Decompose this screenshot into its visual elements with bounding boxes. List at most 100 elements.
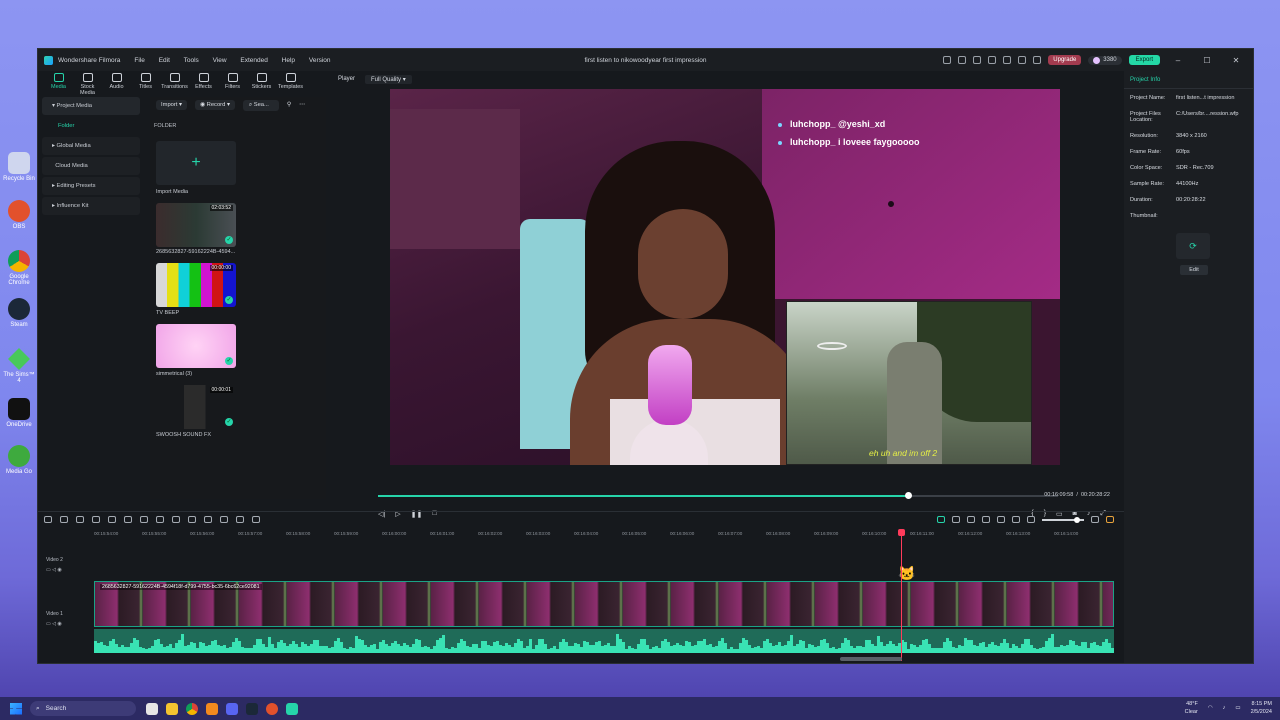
desktop-icon-steam[interactable]: Steam: [2, 298, 36, 328]
track-controls[interactable]: ▭ ◁ ◉: [46, 567, 62, 573]
group-icon[interactable]: [252, 516, 260, 523]
sidebar-item-folder[interactable]: Folder: [42, 117, 140, 135]
filmora-icon[interactable]: [286, 702, 298, 715]
menu-version[interactable]: Version: [309, 57, 331, 64]
menu-help[interactable]: Help: [282, 57, 295, 64]
tab-audio[interactable]: Audio: [102, 71, 131, 95]
media-item[interactable]: 02:03:52 ✓: [156, 203, 236, 247]
desktop-icon-media-go[interactable]: Media Go: [2, 445, 36, 475]
filter-icon[interactable]: ⚲: [287, 102, 291, 108]
plus-icon[interactable]: [1091, 516, 1099, 523]
sidebar-item-editing-presets[interactable]: ▸ Editing Presets: [42, 177, 140, 195]
monitor-icon[interactable]: [988, 56, 997, 64]
thumbnail-preview[interactable]: ⟳: [1176, 233, 1210, 259]
track-controls[interactable]: ▭ ◁ ◉: [46, 621, 62, 627]
marker-icon[interactable]: [967, 516, 975, 523]
tab-transitions[interactable]: Transitions: [160, 71, 189, 95]
timeline-scrollbar[interactable]: [840, 657, 902, 661]
tab-titles[interactable]: Titles: [131, 71, 160, 95]
weather[interactable]: 48°F Clear: [1185, 700, 1198, 716]
ai-assistant-icon[interactable]: [937, 516, 945, 523]
close-icon[interactable]: ✕: [1225, 56, 1247, 65]
menu-file[interactable]: File: [134, 57, 144, 64]
import-dropdown[interactable]: Import ▾: [156, 100, 187, 110]
audio-stretch-icon[interactable]: [140, 516, 148, 523]
speed-icon[interactable]: [220, 516, 228, 523]
import-media-tile[interactable]: +: [156, 141, 236, 185]
desktop-icon-recycle-bin[interactable]: Recycle Bin: [2, 152, 36, 182]
chrome-icon[interactable]: [186, 702, 198, 715]
volume-icon[interactable]: ♪: [1223, 705, 1226, 711]
media-item[interactable]: 00:00:00 ✓: [156, 263, 236, 307]
render-icon[interactable]: [952, 516, 960, 523]
gift-icon[interactable]: [943, 56, 952, 64]
clock[interactable]: 8:15 PM 2/5/2024: [1251, 700, 1272, 716]
tab-media[interactable]: Media: [44, 71, 73, 95]
task-view-icon[interactable]: [146, 702, 158, 715]
layout-icon[interactable]: [44, 516, 52, 523]
menu-tools[interactable]: Tools: [184, 57, 199, 64]
undo-icon[interactable]: [76, 516, 84, 523]
menu-extended[interactable]: Extended: [240, 57, 267, 64]
video-preview[interactable]: luhchopp_ @yeshi_xd luhchopp_ i loveee f…: [390, 89, 1060, 465]
battery-icon[interactable]: ▭: [1235, 705, 1240, 711]
save-icon[interactable]: [973, 56, 982, 64]
folder-icon[interactable]: [206, 702, 218, 715]
media-item[interactable]: 00:00:01 ✓: [156, 385, 236, 429]
zoom-slider[interactable]: [1042, 516, 1084, 523]
export-button[interactable]: Export: [1128, 55, 1160, 65]
maximize-icon[interactable]: ☐: [1196, 56, 1218, 65]
headset-icon[interactable]: [1018, 56, 1027, 64]
shield-icon[interactable]: [982, 516, 990, 523]
minus-icon[interactable]: [1027, 516, 1035, 523]
ai-icon[interactable]: [236, 516, 244, 523]
sidebar-item-cloud-media[interactable]: Cloud Media: [42, 157, 140, 175]
grid-view-icon[interactable]: [1106, 516, 1114, 523]
sidebar-item-global-media[interactable]: ▸ Global Media: [42, 137, 140, 155]
tab-stickers[interactable]: Stickers: [247, 71, 276, 95]
quality-dropdown[interactable]: Full Quality ▾: [365, 74, 412, 84]
desktop-icon-obs[interactable]: OBS: [2, 200, 36, 230]
crop-icon[interactable]: [172, 516, 180, 523]
timeline-ruler[interactable]: 00:15:54:00 00:15:55:00 00:15:56:00 00:15:5…: [94, 529, 1120, 543]
delete-icon[interactable]: [108, 516, 116, 523]
more-icon[interactable]: ⋯: [299, 102, 305, 108]
cloud-icon[interactable]: [1003, 56, 1012, 64]
playhead[interactable]: [898, 529, 905, 661]
select-icon[interactable]: [60, 516, 68, 523]
scrub-handle[interactable]: [905, 492, 913, 499]
color-icon[interactable]: [204, 516, 212, 523]
desktop-icon-sims[interactable]: The Sims™ 4: [2, 348, 36, 384]
discord-icon[interactable]: [226, 702, 238, 715]
media-search-input[interactable]: ⌕ Sea...: [242, 99, 279, 111]
record-dropdown[interactable]: ◉ Record ▾: [194, 100, 235, 110]
menu-view[interactable]: View: [213, 57, 227, 64]
playback-scrubber[interactable]: [378, 492, 1058, 499]
text-icon[interactable]: [156, 516, 164, 523]
steam-icon[interactable]: [246, 702, 258, 715]
tab-templates[interactable]: Templates: [276, 71, 305, 95]
minimize-icon[interactable]: –: [1167, 56, 1189, 65]
image-icon[interactable]: [1012, 516, 1020, 523]
layout-icon[interactable]: [958, 56, 967, 64]
menu-edit[interactable]: Edit: [159, 57, 170, 64]
tab-stock-media[interactable]: Stock Media: [73, 71, 102, 96]
video-clip[interactable]: 2685632827-59162224B-4594f18f-d799-4755-…: [94, 581, 1114, 627]
upgrade-button[interactable]: Upgrade: [1048, 55, 1082, 65]
tab-effects[interactable]: Effects: [189, 71, 218, 95]
microphone-icon[interactable]: [997, 516, 1005, 523]
split-icon[interactable]: [124, 516, 132, 523]
obs-icon[interactable]: [266, 702, 278, 715]
wifi-icon[interactable]: ◠: [1208, 705, 1213, 711]
windows-start-icon[interactable]: [10, 702, 22, 715]
sidebar-item-project-media[interactable]: ▾ Project Media: [42, 97, 140, 115]
zoom-handle[interactable]: [1074, 516, 1080, 523]
sidebar-item-influence-kit[interactable]: ▸ Influence Kit: [42, 197, 140, 215]
credits-badge[interactable]: 3380: [1088, 55, 1122, 65]
file-explorer-icon[interactable]: [166, 702, 178, 715]
tab-project-info[interactable]: Project Info: [1124, 71, 1253, 89]
redo-icon[interactable]: [92, 516, 100, 523]
transform-icon[interactable]: [188, 516, 196, 523]
edit-thumbnail-button[interactable]: Edit: [1180, 265, 1208, 275]
desktop-icon-onedrive[interactable]: OneDrive: [2, 398, 36, 428]
